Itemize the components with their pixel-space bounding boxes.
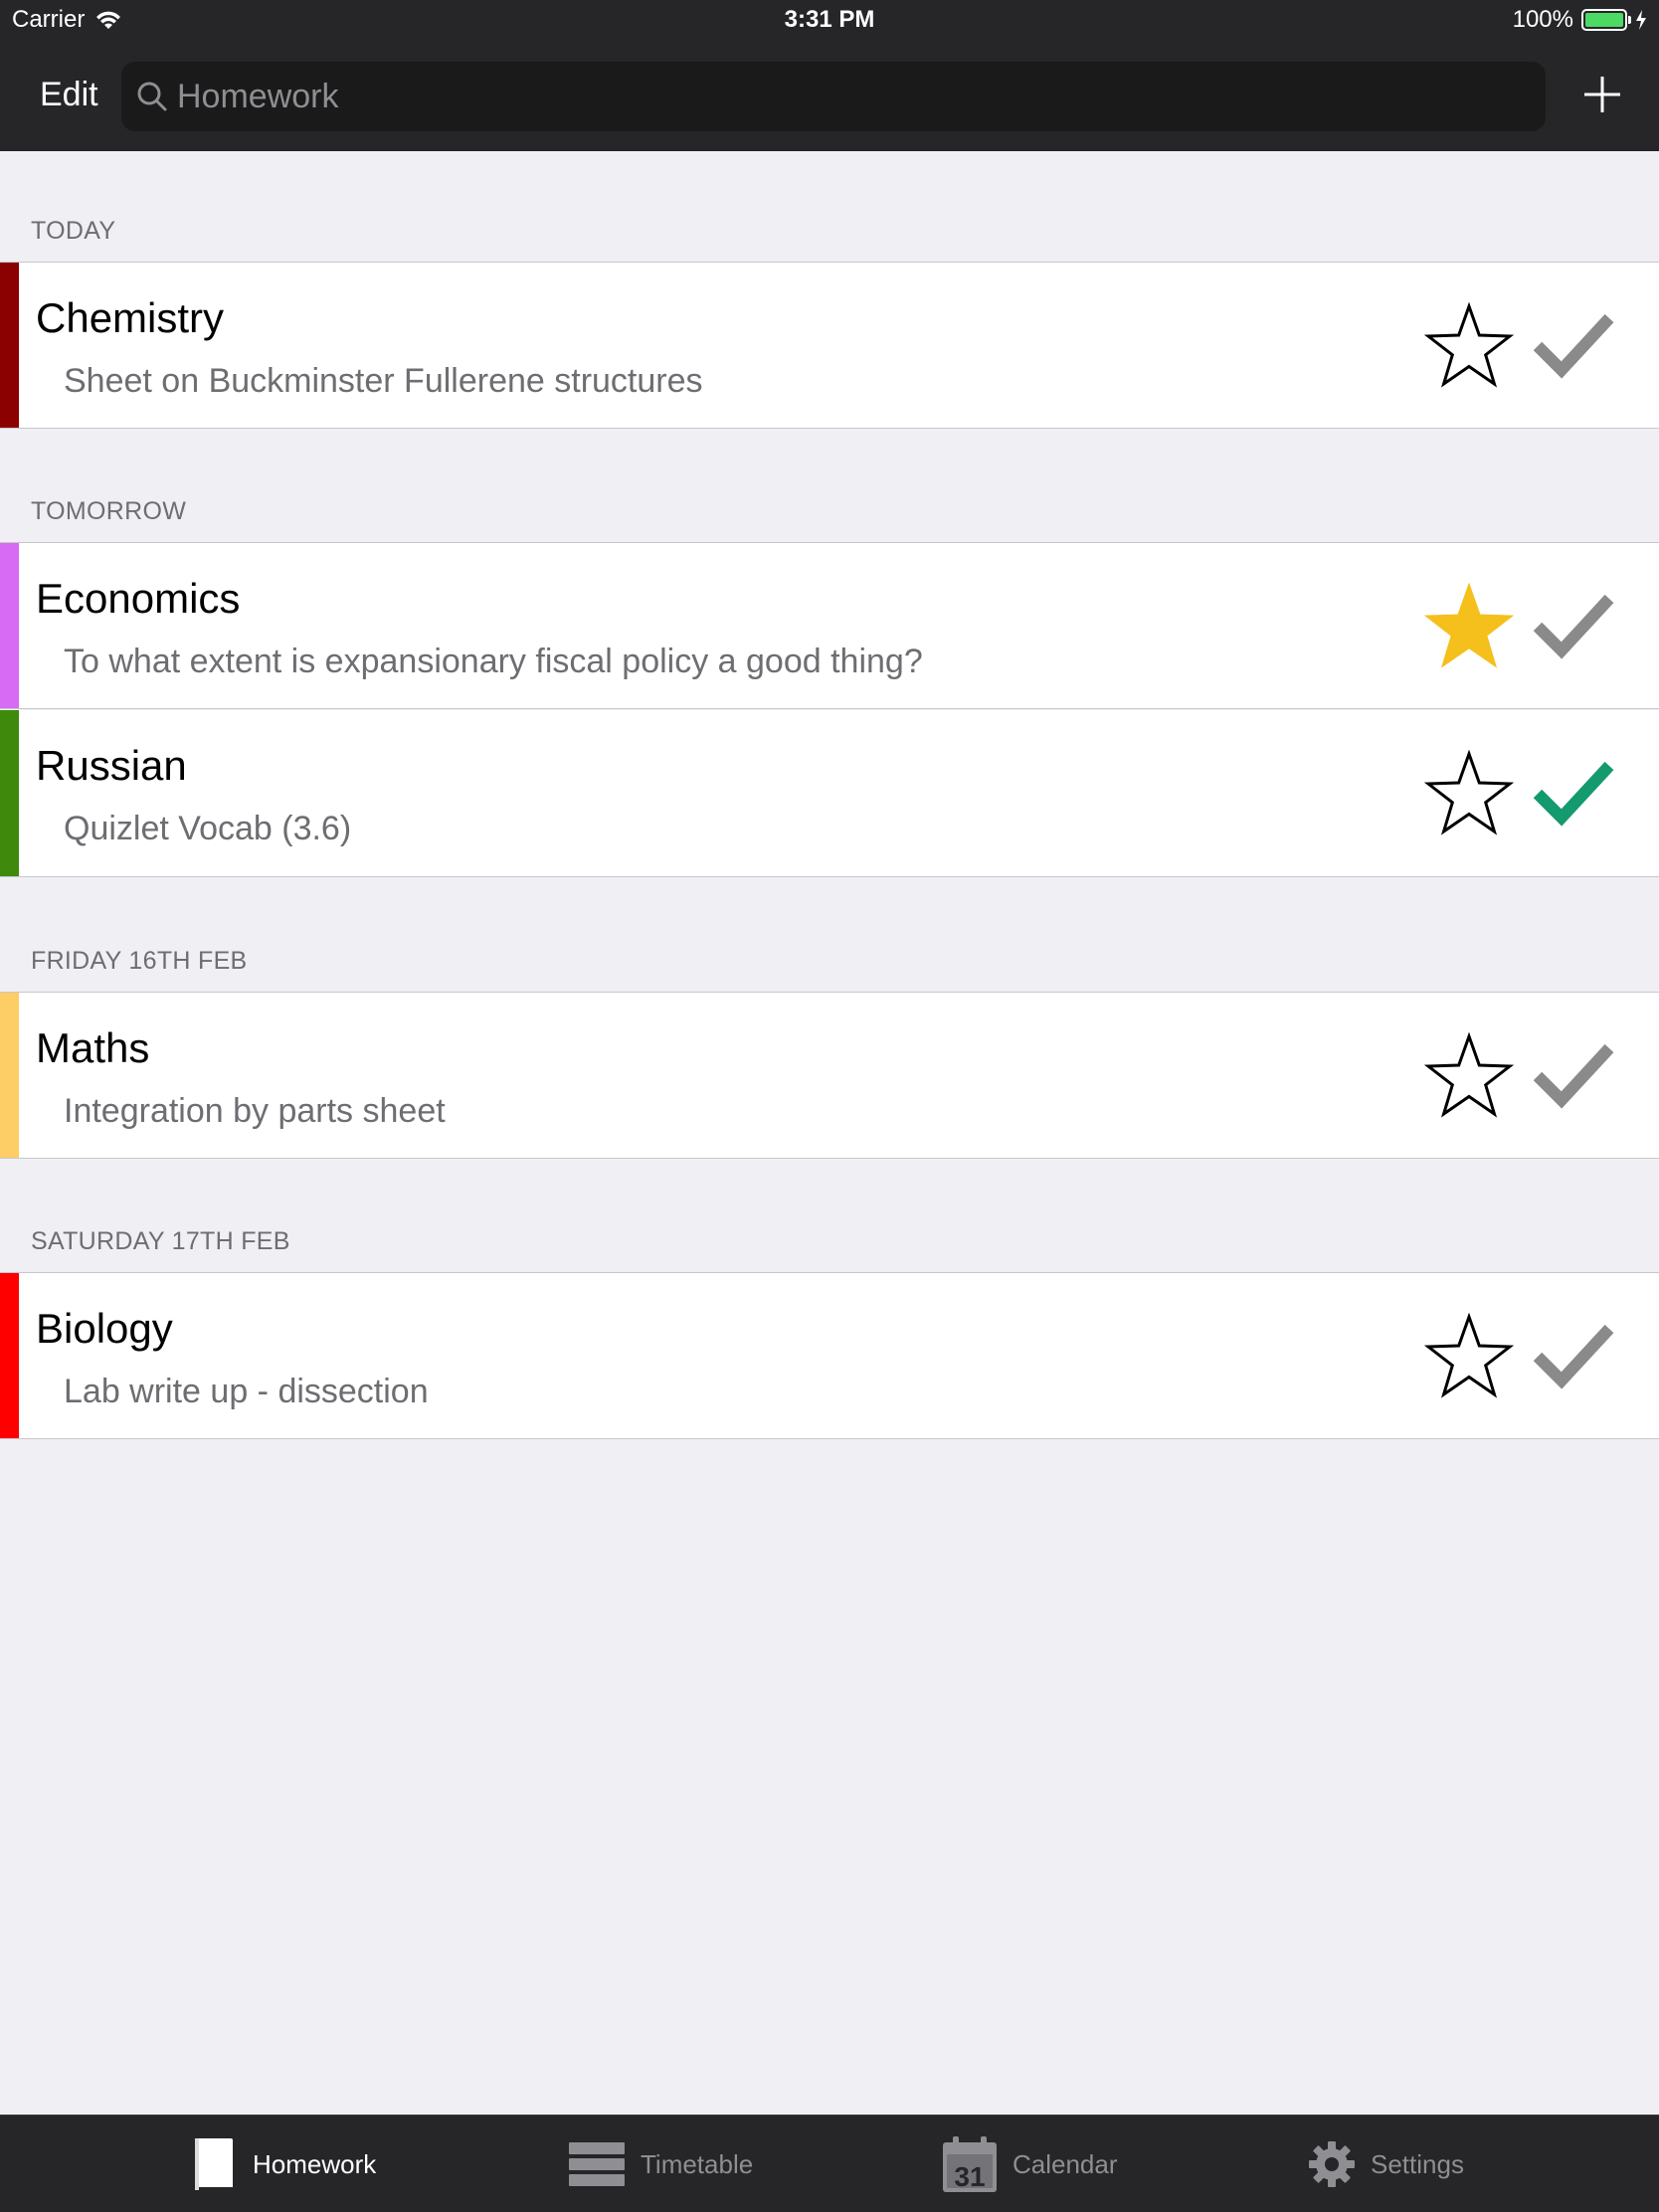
status-bar: Carrier 3:31 PM 100% — [0, 0, 1659, 42]
subject-label: Maths — [36, 1024, 150, 1071]
tab-label: Calendar — [1013, 2148, 1118, 2179]
homework-row-russian[interactable]: Russian Quizlet Vocab (3.6) — [0, 710, 1659, 877]
book-icon — [195, 2138, 233, 2190]
subject-color-bar — [0, 263, 19, 428]
star-outline-icon[interactable] — [1424, 750, 1514, 835]
search-input[interactable] — [177, 77, 1470, 116]
subject-color-bar — [0, 710, 19, 876]
description-label: Integration by parts sheet — [64, 1092, 446, 1130]
checkmark-icon[interactable] — [1532, 310, 1615, 380]
tab-label: Homework — [253, 2148, 377, 2179]
subject-label: Russian — [36, 742, 187, 789]
tab-label: Settings — [1371, 2148, 1464, 2179]
battery-indicator: 100% — [1513, 6, 1647, 34]
description-label: To what extent is expansionary fiscal po… — [64, 643, 923, 680]
calendar-icon: 31 — [943, 2136, 997, 2192]
gear-icon — [1309, 2141, 1355, 2187]
svg-text:31: 31 — [954, 2161, 985, 2192]
checkmark-icon[interactable] — [1532, 591, 1615, 660]
list-icon — [569, 2142, 625, 2186]
tab-settings[interactable]: Settings — [1307, 2116, 1464, 2212]
subject-color-bar — [0, 543, 19, 708]
description-label: Quizlet Vocab (3.6) — [64, 810, 352, 847]
star-outline-icon[interactable] — [1424, 1032, 1514, 1118]
section-header-saturday: SATURDAY 17TH FEB — [31, 1227, 290, 1255]
search-field[interactable] — [121, 62, 1546, 131]
status-time: 3:31 PM — [784, 6, 875, 33]
subject-label: Chemistry — [36, 294, 225, 341]
section-header-today: TODAY — [31, 217, 116, 245]
subject-color-bar — [0, 1273, 19, 1438]
subject-label: Biology — [36, 1305, 173, 1352]
star-outline-icon[interactable] — [1424, 302, 1514, 388]
tab-homework[interactable]: Homework — [189, 2116, 376, 2212]
checkmark-done-icon[interactable] — [1532, 758, 1615, 828]
tab-timetable[interactable]: Timetable — [567, 2116, 753, 2212]
subject-label: Economics — [36, 575, 241, 622]
star-outline-icon[interactable] — [1424, 1313, 1514, 1398]
add-icon[interactable] — [1581, 74, 1623, 115]
battery-icon — [1581, 9, 1631, 31]
navigation-bar: Edit — [0, 42, 1659, 151]
tab-calendar[interactable]: 31 Calendar — [941, 2116, 1118, 2212]
homework-row-biology[interactable]: Biology Lab write up - dissection — [0, 1272, 1659, 1439]
checkmark-icon[interactable] — [1532, 1321, 1615, 1390]
section-header-tomorrow: TOMORROW — [31, 497, 187, 525]
description-label: Sheet on Buckminster Fullerene structure… — [64, 362, 703, 400]
tab-bar: Homework Timetable 31 Calendar Settings — [0, 2115, 1659, 2212]
tab-label: Timetable — [641, 2148, 754, 2179]
edit-button[interactable]: Edit — [40, 76, 98, 114]
checkmark-icon[interactable] — [1532, 1040, 1615, 1110]
search-icon — [137, 82, 167, 111]
battery-percent: 100% — [1512, 6, 1573, 33]
charging-bolt-icon — [1636, 10, 1646, 30]
star-filled-icon[interactable] — [1424, 583, 1514, 668]
subject-color-bar — [0, 993, 19, 1158]
homework-row-maths[interactable]: Maths Integration by parts sheet — [0, 992, 1659, 1159]
description-label: Lab write up - dissection — [64, 1373, 429, 1410]
section-header-friday: FRIDAY 16TH FEB — [31, 947, 248, 975]
homework-row-economics[interactable]: Economics To what extent is expansionary… — [0, 542, 1659, 709]
homework-row-chemistry[interactable]: Chemistry Sheet on Buckminster Fullerene… — [0, 262, 1659, 429]
